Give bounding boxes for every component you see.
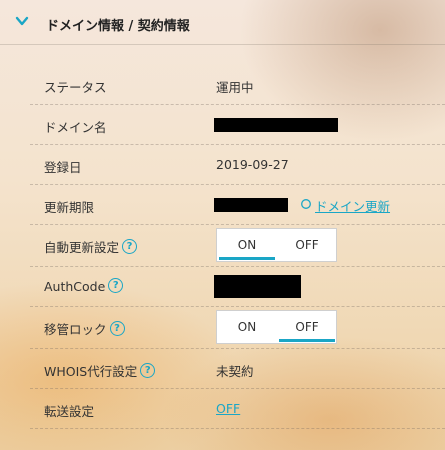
row-auto-renew: 自動更新設定? ON OFF [30, 224, 445, 267]
registration-date-label: 登録日 [44, 160, 82, 175]
domain-name-label: ドメイン名 [44, 120, 107, 135]
transfer-lock-selected-indicator [279, 339, 335, 342]
section-header[interactable]: ドメイン情報 / 契約情報 [0, 0, 445, 45]
row-registration-date: 登録日 2019-09-27 [30, 144, 445, 185]
whois-label-text: WHOIS代行設定 [44, 364, 138, 379]
authcode-redacted [214, 275, 301, 298]
forwarding-label: 転送設定 [44, 404, 95, 419]
transfer-lock-toggle[interactable]: ON OFF [216, 310, 337, 344]
row-whois: WHOIS代行設定? 未契約 [30, 348, 445, 389]
transfer-lock-label: 移管ロック? [44, 319, 125, 338]
help-icon[interactable]: ? [122, 239, 138, 254]
row-expiration: 更新期限 ドメイン更新 [30, 184, 445, 225]
row-status: ステータス 運用中 [30, 64, 445, 105]
whois-label: WHOIS代行設定? [44, 361, 156, 380]
row-forwarding: 転送設定 OFF [30, 388, 445, 429]
refresh-icon [301, 199, 311, 209]
domain-info-panel: ドメイン情報 / 契約情報 ステータス 運用中 ドメイン名 登録日 2019-0… [0, 0, 445, 450]
whois-value: 未契約 [216, 364, 254, 379]
authcode-label: AuthCode? [44, 278, 124, 295]
status-label: ステータス [44, 80, 107, 95]
help-icon[interactable]: ? [109, 321, 125, 336]
expiration-label: 更新期限 [44, 200, 95, 215]
domain-renew-link[interactable]: ドメイン更新 [315, 196, 390, 215]
help-icon[interactable]: ? [108, 278, 124, 293]
auto-renew-off-option[interactable]: OFF [277, 229, 337, 261]
auto-renew-selected-indicator [219, 257, 275, 260]
status-value: 運用中 [216, 80, 254, 95]
transfer-lock-on-option[interactable]: ON [217, 311, 277, 343]
row-domain-name: ドメイン名 [30, 104, 445, 145]
forwarding-link[interactable]: OFF [216, 401, 240, 416]
domain-name-redacted [214, 118, 338, 132]
row-authcode: AuthCode? [30, 266, 445, 307]
chevron-down-icon[interactable] [15, 14, 29, 28]
authcode-label-text: AuthCode [44, 279, 106, 294]
auto-renew-toggle[interactable]: ON OFF [216, 228, 337, 262]
auto-renew-label: 自動更新設定? [44, 237, 138, 256]
expiration-date-redacted [214, 198, 288, 212]
section-title: ドメイン情報 / 契約情報 [46, 19, 190, 34]
help-icon[interactable]: ? [140, 363, 156, 378]
registration-date-value: 2019-09-27 [216, 157, 289, 172]
row-transfer-lock: 移管ロック? ON OFF [30, 306, 445, 349]
auto-renew-label-text: 自動更新設定 [44, 240, 120, 255]
transfer-lock-label-text: 移管ロック [44, 322, 107, 337]
